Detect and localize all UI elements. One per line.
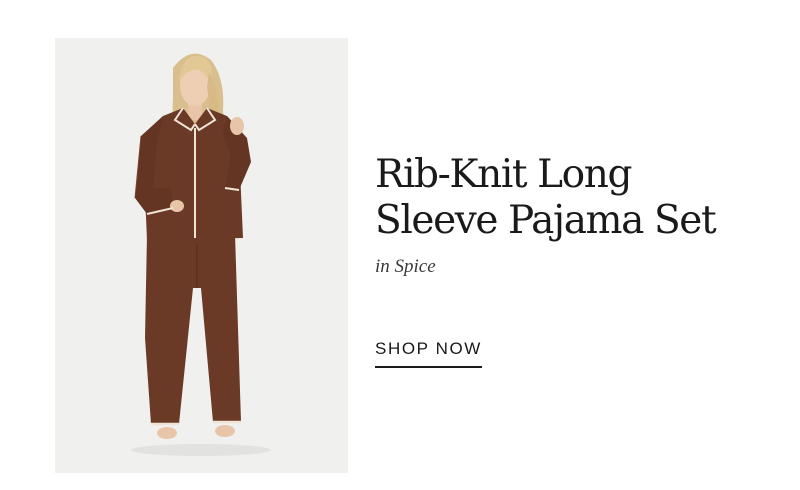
model-in-pajamas-illustration xyxy=(55,38,348,473)
product-photo[interactable] xyxy=(55,38,348,473)
shop-now-link[interactable]: SHOP NOW xyxy=(375,339,482,368)
product-title-line-1: Rib-Knit Long xyxy=(375,152,632,197)
product-title-line-2: Sleeve Pajama Set xyxy=(375,198,717,243)
product-color-note: in Spice xyxy=(375,256,436,277)
product-title: Rib-Knit Long Sleeve Pajama Set xyxy=(375,152,775,244)
product-copy: Rib-Knit Long Sleeve Pajama Set in Spice xyxy=(375,152,775,278)
